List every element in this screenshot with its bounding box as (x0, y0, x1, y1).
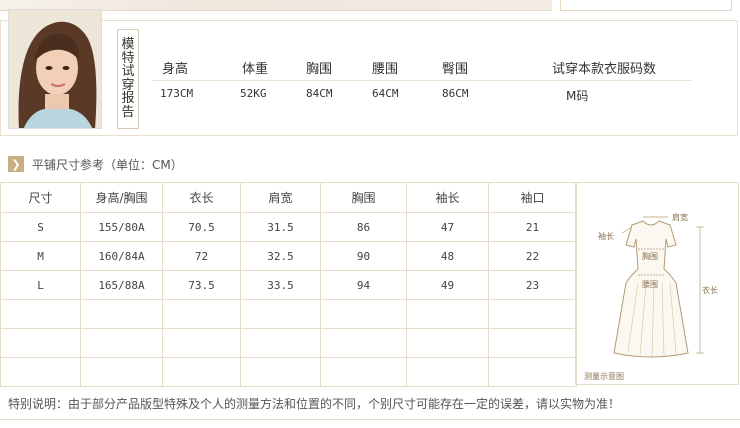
size-section-heading: ❯ 平铺尺寸参考（单位：CM） (8, 155, 183, 173)
report-label-char: 报 (121, 91, 135, 106)
table-cell: 165/88A (80, 270, 163, 300)
stat-value-hips: 86CM (442, 87, 469, 100)
stat-value-weight: 52KG (240, 87, 267, 100)
stat-value-height: 173CM (160, 87, 194, 100)
table-cell (488, 328, 577, 358)
table-cell (320, 328, 407, 358)
table-row (0, 299, 577, 329)
stats-divider (152, 80, 692, 81)
diagram-label-sleeve: 袖长 (598, 231, 614, 241)
table-cell (406, 299, 489, 329)
column-header: 肩宽 (240, 182, 321, 213)
table-cell: 73.5 (162, 270, 241, 300)
model-portrait-image (9, 10, 101, 128)
table-cell (0, 328, 81, 358)
table-cell: 155/80A (80, 212, 163, 242)
disclaimer-note: 特别说明：由于部分产品版型特殊及个人的测量方法和位置的不同，个别尺寸可能存在一定… (8, 397, 621, 411)
column-header: 胸围 (320, 182, 407, 213)
stat-value-bust: 84CM (306, 87, 333, 100)
model-stats-values: 173CM 52KG 84CM 64CM 86CM M码 (152, 87, 692, 104)
table-cell (320, 357, 407, 387)
diagram-label-waist: 腰围 (642, 280, 658, 289)
diagram-caption: 测量示意图 (584, 371, 624, 381)
stat-value-size-worn: M码 (566, 89, 589, 103)
size-table: 尺寸 身高/胸围 衣长 肩宽 胸围 袖长 袖口 S 155/80A 70.5 3… (0, 182, 577, 387)
table-cell: L (0, 270, 81, 300)
table-cell (240, 357, 321, 387)
table-cell (162, 357, 241, 387)
measurement-diagram: 肩宽 袖长 胸围 腰围 衣长 测量示意图 (575, 182, 739, 385)
table-cell (488, 357, 577, 387)
report-label-char: 试 (121, 64, 135, 79)
report-label-char: 告 (121, 104, 135, 120)
stat-header-weight: 体重 (242, 62, 269, 77)
model-report-panel (0, 20, 738, 136)
table-cell (162, 328, 241, 358)
stat-value-waist: 64CM (372, 87, 399, 100)
table-cell: M (0, 241, 81, 271)
table-cell: 23 (488, 270, 577, 300)
table-cell (80, 299, 163, 329)
model-photo (8, 9, 102, 129)
stat-header-height: 身高 (162, 62, 189, 77)
diagram-label-chest: 胸围 (642, 251, 658, 261)
table-cell (406, 357, 489, 387)
stat-header-waist: 腰围 (372, 62, 399, 77)
table-cell: 48 (406, 241, 489, 271)
column-header: 袖口 (488, 182, 577, 213)
dress-diagram-icon: 肩宽 袖长 胸围 腰围 衣长 测量示意图 (584, 212, 718, 381)
diagram-label-length: 衣长 (702, 285, 718, 295)
table-cell: 90 (320, 241, 407, 271)
report-label-char: 穿 (121, 77, 135, 93)
table-cell: S (0, 212, 81, 242)
column-header: 袖长 (406, 182, 489, 213)
bottom-divider (0, 419, 740, 420)
table-cell: 22 (488, 241, 577, 271)
model-stats-header: 身高 体重 胸围 腰围 臀围 试穿本款衣服码数 (152, 58, 692, 77)
table-cell (320, 299, 407, 329)
table-row: L 165/88A 73.5 33.5 94 49 23 (0, 270, 577, 300)
table-row (0, 328, 577, 358)
table-cell: 47 (406, 212, 489, 242)
top-strip (0, 0, 740, 14)
table-cell: 33.5 (240, 270, 321, 300)
table-cell: 31.5 (240, 212, 321, 242)
stat-header-size-worn: 试穿本款衣服码数 (552, 62, 657, 77)
table-cell: 32.5 (240, 241, 321, 271)
column-header: 衣长 (162, 182, 241, 213)
table-cell: 49 (406, 270, 489, 300)
diagram-label-shoulder: 肩宽 (672, 212, 688, 222)
chevron-right-icon: ❯ (8, 156, 24, 172)
column-header: 身高/胸围 (80, 182, 163, 213)
table-cell (488, 299, 577, 329)
table-row: M 160/84A 72 32.5 90 48 22 (0, 241, 577, 271)
table-cell: 160/84A (80, 241, 163, 271)
size-section-title: 平铺尺寸参考（单位：CM） (32, 157, 183, 172)
table-cell (240, 299, 321, 329)
table-header-row: 尺寸 身高/胸围 衣长 肩宽 胸围 袖长 袖口 (0, 182, 577, 213)
table-cell (162, 299, 241, 329)
stat-header-hips: 臀围 (442, 62, 469, 77)
table-cell: 72 (162, 241, 241, 271)
previous-frame-edge (560, 0, 732, 11)
column-header: 尺寸 (0, 182, 81, 213)
report-label-char: 特 (121, 50, 135, 66)
report-label-char: 模 (121, 37, 135, 52)
table-cell: 86 (320, 212, 407, 242)
table-cell (406, 328, 489, 358)
table-row (0, 357, 577, 387)
table-cell (80, 328, 163, 358)
table-cell (240, 328, 321, 358)
table-row: S 155/80A 70.5 31.5 86 47 21 (0, 212, 577, 242)
stat-header-bust: 胸围 (306, 62, 333, 77)
table-cell: 21 (488, 212, 577, 242)
table-cell (80, 357, 163, 387)
table-cell: 70.5 (162, 212, 241, 242)
model-report-label: 模 特 试 穿 报 告 (117, 29, 139, 129)
table-cell (0, 299, 81, 329)
table-cell: 94 (320, 270, 407, 300)
table-cell (0, 357, 81, 387)
